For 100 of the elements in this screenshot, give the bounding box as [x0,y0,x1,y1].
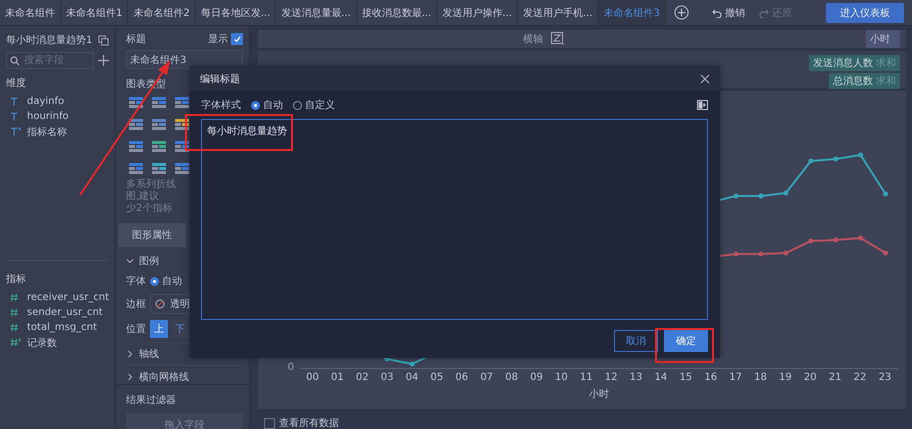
panel-title: 每小时消息量趋势1 [6,34,92,47]
dialog-title: 编辑标题 [200,72,240,86]
undo-button[interactable]: 撤销 [712,6,745,20]
data-point [858,152,864,158]
component-tab[interactable]: 发送用户操作... [437,0,518,25]
chart-type-icon[interactable] [175,97,189,109]
x-axis-tick: 10 [554,372,569,383]
x-axis-tick: 04 [404,372,420,383]
chevron-icon [126,350,134,358]
enter-dashboard-button[interactable]: 进入仪表板 [826,2,904,22]
x-axis-tick: 15 [678,372,694,383]
chevron-icon [126,373,134,381]
x-axis-tick: 12 [604,372,618,383]
copy-icon[interactable] [98,34,109,46]
x-axis-tick: 21 [828,372,843,383]
x-axis-tick: 22 [852,372,868,383]
measure-field[interactable]: receiver_usr_cnt [6,290,109,305]
axis-settings-icon[interactable] [551,32,565,46]
title-textarea[interactable]: 每小时消息量趋势 [201,119,708,320]
section-heading: 指标 [6,272,27,286]
measure-field[interactable]: 记录数 [6,335,109,350]
data-point [410,362,415,366]
position-label: 位置 [126,322,147,336]
redo-icon [759,8,769,18]
dimension-field[interactable]: 指标名称 [6,124,109,139]
component-tab[interactable]: 未命名组件3 [598,0,666,25]
undo-icon [712,8,722,18]
no-fill-icon [155,299,165,309]
component-tab[interactable]: 未命名组件1 [61,0,128,25]
x-axis-tick: 17 [728,372,743,383]
component-tab[interactable]: 未命名组件2 [128,0,196,25]
component-tab[interactable]: 接收消息数最... [356,0,438,25]
result-filter-label: 结果过滤器 [126,394,177,407]
x-axis-tick: 09 [529,372,544,383]
add-icon[interactable] [98,55,109,66]
border-label: 边框 [126,298,147,311]
close-icon[interactable] [700,74,710,84]
cancel-button[interactable]: 取消 [614,330,658,352]
data-point [758,252,764,256]
x-axis-tick: 03 [380,372,394,383]
show-checkbox[interactable]: 显示 [208,32,243,46]
highlight-frame [655,328,714,363]
data-point [783,190,788,196]
expand-icon[interactable] [697,100,708,110]
section-toggle[interactable]: 横向网格线 [126,365,243,384]
y-axis-tick: 0 [286,362,295,373]
x-axis-tick: 16 [703,372,718,383]
chart-type-icon[interactable] [152,163,166,175]
x-axis-tick: 13 [628,372,644,383]
x-axis-title: 小时 [589,389,609,400]
chevron-icon [126,257,134,265]
x-axis-tick: 11 [578,372,594,383]
data-point [734,194,739,198]
x-axis-tick: 19 [778,372,793,383]
measure-field[interactable]: total_msg_cnt [6,320,109,335]
chart-type-icon[interactable] [152,119,166,131]
show-all-checkbox[interactable]: 查看所有数据 [264,416,906,429]
x-axis-tick: 18 [753,372,768,383]
data-point [783,250,788,256]
search-icon [10,56,20,66]
component-tab[interactable]: 未命名组件 [0,0,61,25]
confirm-button[interactable]: 确定 [664,330,708,352]
dimension-field[interactable]: dayinfo [6,94,109,109]
font-style-radio[interactable]: 自动 [251,98,283,112]
data-point [833,156,838,162]
component-tab[interactable]: 每日各地区发... [196,0,276,25]
x-axis-tick: 06 [454,372,470,383]
chart-type-icon[interactable] [152,141,166,153]
chart-type-icon[interactable] [129,141,143,153]
chart-type-icon[interactable] [175,141,189,153]
component-tab[interactable]: 发送消息量最... [276,0,357,25]
position-option[interactable]: 上 [150,320,168,338]
section-heading: 维度 [6,76,27,90]
add-icon[interactable] [674,5,689,20]
title-label: 标题 [126,32,146,46]
x-axis-tick: 02 [354,372,370,383]
field-tag[interactable]: 小时 [866,30,900,48]
chart-type-icon[interactable] [175,119,189,131]
chart-type-hint: 多系列折线图,建议 少2个指标 [126,179,177,215]
font-label: 字体 [126,274,147,288]
property-tab[interactable]: 图形属性 [118,223,186,247]
chart-type-icon[interactable] [175,163,189,175]
check-icon [232,34,242,44]
x-axis-tick: 07 [479,372,494,383]
font-style-radio[interactable]: 自定义 [293,98,335,112]
chart-type-icon[interactable] [152,97,166,109]
data-point [883,192,888,196]
x-axis-tick: 14 [654,372,668,383]
font-style-label: 字体样式 [201,98,241,112]
dimension-field[interactable]: hourinfo [6,109,109,124]
chart-type-icon[interactable] [129,119,143,131]
chart-type-icon[interactable] [129,163,143,175]
x-axis-label: 横轴 [523,32,543,46]
x-axis-tick: 08 [504,372,519,383]
search-field[interactable]: 搜索字段 [6,52,94,69]
measure-field[interactable]: sender_usr_cnt [6,305,109,320]
chart-type-icon[interactable] [129,97,143,109]
x-axis-tick: 01 [330,372,345,383]
font-radio[interactable]: 自动 [150,274,182,288]
data-point [808,158,814,164]
